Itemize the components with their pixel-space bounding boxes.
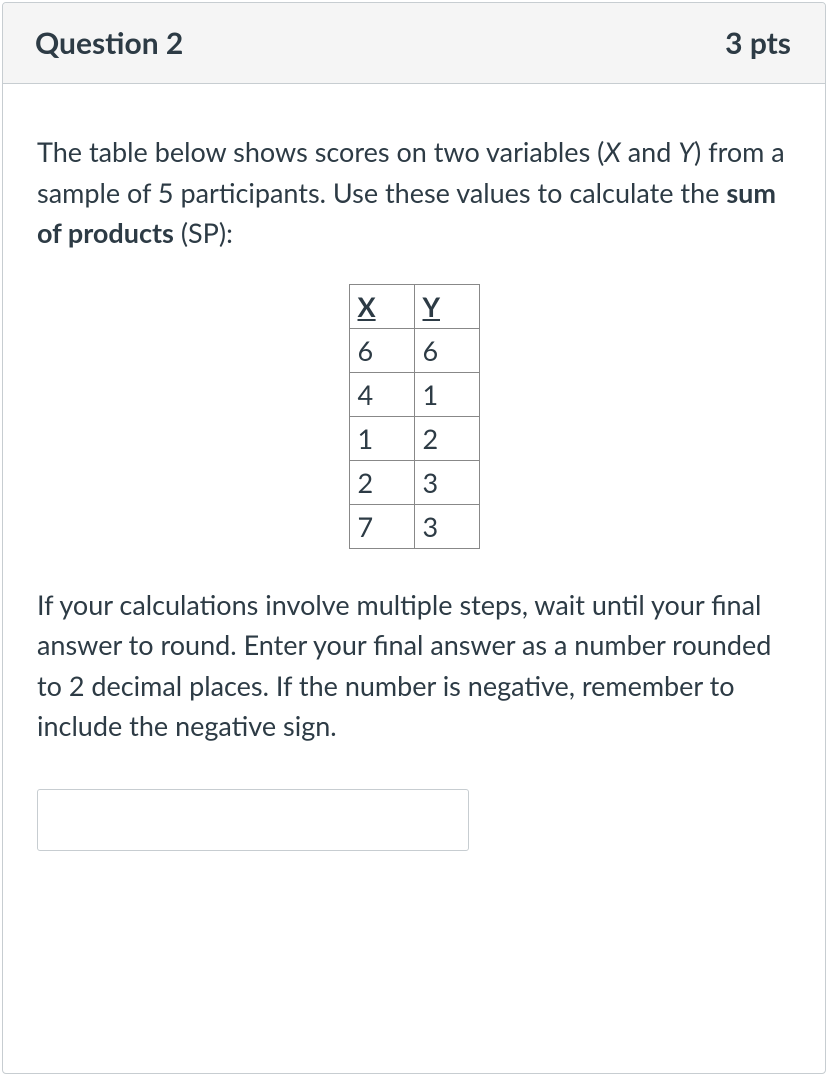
intro-text-3: (SP): bbox=[174, 216, 233, 249]
table-cell: 2 bbox=[349, 460, 414, 504]
table-header-row: X Y bbox=[349, 284, 479, 328]
table-row: 2 3 bbox=[349, 460, 479, 504]
intro-y-var: Y bbox=[678, 135, 694, 168]
data-table: X Y 6 6 4 1 1 2 2 3 bbox=[349, 284, 480, 549]
intro-x-var: X bbox=[604, 135, 620, 168]
table-row: 4 1 bbox=[349, 372, 479, 416]
answer-input[interactable] bbox=[37, 789, 469, 851]
table-cell: 3 bbox=[414, 504, 479, 548]
table-header-y: Y bbox=[414, 284, 479, 328]
table-cell: 6 bbox=[349, 328, 414, 372]
question-title: Question 2 bbox=[35, 25, 183, 61]
intro-text-1: The table below shows scores on two vari… bbox=[37, 135, 604, 168]
question-points: 3 pts bbox=[725, 25, 791, 61]
table-cell: 2 bbox=[414, 416, 479, 460]
intro-and: and bbox=[621, 135, 678, 168]
table-cell: 7 bbox=[349, 504, 414, 548]
table-row: 1 2 bbox=[349, 416, 479, 460]
question-header: Question 2 3 pts bbox=[3, 3, 825, 84]
question-container: Question 2 3 pts The table below shows s… bbox=[2, 2, 826, 1074]
question-body: The table below shows scores on two vari… bbox=[3, 84, 825, 881]
question-instruction: If your calculations involve multiple st… bbox=[37, 585, 791, 747]
table-cell: 4 bbox=[349, 372, 414, 416]
table-cell: 1 bbox=[349, 416, 414, 460]
table-row: 6 6 bbox=[349, 328, 479, 372]
table-cell: 3 bbox=[414, 460, 479, 504]
table-row: 7 3 bbox=[349, 504, 479, 548]
question-intro: The table below shows scores on two vari… bbox=[37, 132, 791, 254]
table-cell: 6 bbox=[414, 328, 479, 372]
table-header-x: X bbox=[349, 284, 414, 328]
table-cell: 1 bbox=[414, 372, 479, 416]
